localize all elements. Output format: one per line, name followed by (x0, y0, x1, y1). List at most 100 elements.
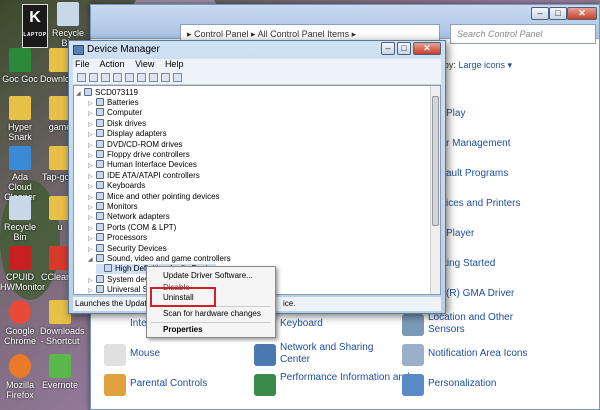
cp-item[interactable]: Parental Controls (130, 378, 207, 390)
device-category[interactable]: ▷ Security Devices (88, 243, 167, 254)
device-icon (96, 233, 104, 242)
device-category[interactable]: ▷ Disk drives (88, 118, 147, 129)
search-input[interactable]: Search Control Panel (450, 24, 596, 44)
device-category[interactable]: ▷ Display adapters (88, 129, 167, 139)
expand-icon[interactable]: ▷ (88, 286, 96, 294)
toolbar (73, 71, 441, 85)
device-category[interactable]: ▷ Computer (88, 108, 142, 118)
device-manager-icon (73, 45, 84, 55)
cp-item[interactable]: Notification Area Icons (428, 348, 528, 360)
menu-update-driver[interactable]: Update Driver Software... (163, 271, 253, 281)
device-icon (96, 139, 104, 148)
maximize-button[interactable]: □ (549, 7, 567, 20)
cp-item[interactable]: Player (446, 228, 474, 240)
maximize-button[interactable]: □ (397, 42, 411, 55)
cp-item[interactable]: Keyboard (280, 318, 323, 330)
device-category[interactable]: ▷ DVD/CD-ROM drives (88, 139, 183, 150)
minimize-button[interactable]: – (531, 7, 549, 20)
menu-separator (151, 322, 271, 323)
device-icon (96, 254, 104, 262)
desktop-icon[interactable]: CPUID HWMonitor (0, 246, 45, 292)
forward-icon[interactable] (89, 73, 98, 82)
mouse-icon (104, 344, 126, 366)
cp-item[interactable]: r Management (446, 138, 510, 150)
chrome-icon (9, 300, 31, 324)
properties-icon[interactable] (101, 73, 110, 82)
device-label: Computer (107, 108, 143, 118)
device-icon (96, 191, 104, 200)
menu-help[interactable]: Help (165, 59, 184, 69)
cp-item[interactable]: ices and Printers (446, 198, 520, 210)
device-category[interactable]: ▷ Processors (88, 233, 147, 243)
tree-root[interactable]: ◢ SCD073119 (76, 88, 138, 98)
device-label: Keyboards (107, 181, 146, 191)
device-label: Monitors (107, 202, 138, 211)
device-category[interactable]: ◢ Sound, video and game controllers (88, 254, 231, 264)
cp-item[interactable]: Mouse (130, 348, 160, 360)
device-label: Processors (107, 233, 148, 243)
cp-item[interactable]: Network and Sharing Center (280, 342, 380, 366)
cp-item[interactable]: Location and Other Sensors (428, 312, 528, 336)
scan-icon[interactable] (149, 73, 158, 82)
menu-properties[interactable]: Properties (163, 325, 203, 335)
view-by-value[interactable]: Large icons ▾ (458, 60, 512, 70)
device-category[interactable]: ▷ Network adapters (88, 212, 170, 222)
desktop-icon[interactable]: Evernote (40, 354, 80, 390)
device-icon (96, 212, 104, 221)
evernote-icon (49, 354, 71, 378)
scrollbar-thumb[interactable] (432, 96, 439, 226)
device-category[interactable]: ▷ Mice and other pointing devices (88, 191, 220, 202)
cp-item[interactable]: (R) GMA Driver (446, 288, 514, 300)
computer-icon (84, 88, 92, 96)
menu-file[interactable]: File (75, 59, 90, 69)
device-icon (96, 170, 104, 179)
cp-item[interactable]: Personalization (428, 378, 496, 390)
device-category[interactable]: ▷ Batteries (88, 98, 139, 108)
monitor-icon[interactable] (137, 73, 146, 82)
device-label: Disk drives (107, 118, 147, 128)
close-button[interactable]: ✕ (567, 7, 597, 20)
device-label: Sound, video and game controllers (107, 254, 231, 263)
device-tree: ◢ SCD073119 ▷ Batteries ▷ Computer ▷ Disk driv… (73, 85, 441, 295)
disable-icon[interactable] (173, 73, 182, 82)
collapse-icon: ◢ (76, 91, 81, 97)
desktop-icon[interactable]: Ada Cloud Cleaner (0, 146, 40, 202)
help-icon[interactable] (113, 73, 122, 82)
device-category[interactable]: ▷ Keyboards (88, 181, 145, 191)
back-icon[interactable] (77, 73, 86, 82)
device-category[interactable]: ▷ System devi (88, 274, 151, 285)
device-category[interactable]: ▷ Monitors (88, 202, 138, 212)
firefox-icon (9, 354, 31, 378)
show-icon[interactable] (125, 73, 134, 82)
desktop-icon[interactable]: Goc Goc (0, 48, 40, 84)
device-category[interactable]: ▷ Universal Se (88, 285, 152, 294)
minimize-button[interactable]: – (381, 42, 395, 55)
device-icon (96, 98, 104, 106)
menu-scan[interactable]: Scan for hardware changes (163, 309, 261, 319)
update-driver-icon[interactable] (161, 73, 170, 82)
cp-item[interactable]: Play (446, 108, 465, 120)
hwmonitor-icon (9, 246, 31, 270)
close-button[interactable]: ✕ (413, 42, 441, 55)
desktop-icon[interactable]: Recycle Bin (0, 196, 40, 242)
scrollbar[interactable] (430, 86, 440, 294)
menu-action[interactable]: Action (100, 59, 125, 69)
device-category[interactable]: ▷ IDE ATA/ATAPI controllers (88, 170, 200, 181)
device-icon (96, 243, 104, 252)
desktop-icon[interactable]: Mozilla Firefox (0, 354, 40, 400)
desktop-icon[interactable]: Google Chrome (0, 300, 40, 346)
cp-item[interactable]: ault Programs (446, 168, 508, 180)
collapse-icon[interactable]: ◢ (88, 255, 96, 265)
device-category[interactable]: ▷ Floppy drive controllers (88, 150, 190, 160)
cp-item[interactable]: Performance Information and (280, 372, 410, 384)
device-label: Mice and other pointing devices (107, 191, 220, 201)
desktop-icon[interactable]: Hyper Snark (0, 96, 40, 142)
personalization-icon (402, 374, 424, 396)
device-label: Ports (COM & LPT) (107, 222, 177, 232)
device-category[interactable]: ▷ Human Interface Devices (88, 160, 197, 170)
recycle-bin-icon (57, 2, 79, 26)
menu-view[interactable]: View (135, 59, 154, 69)
device-icon (96, 118, 104, 127)
device-category[interactable]: ▷ Ports (COM & LPT) (88, 222, 177, 233)
device-label: Display adapters (107, 129, 167, 139)
